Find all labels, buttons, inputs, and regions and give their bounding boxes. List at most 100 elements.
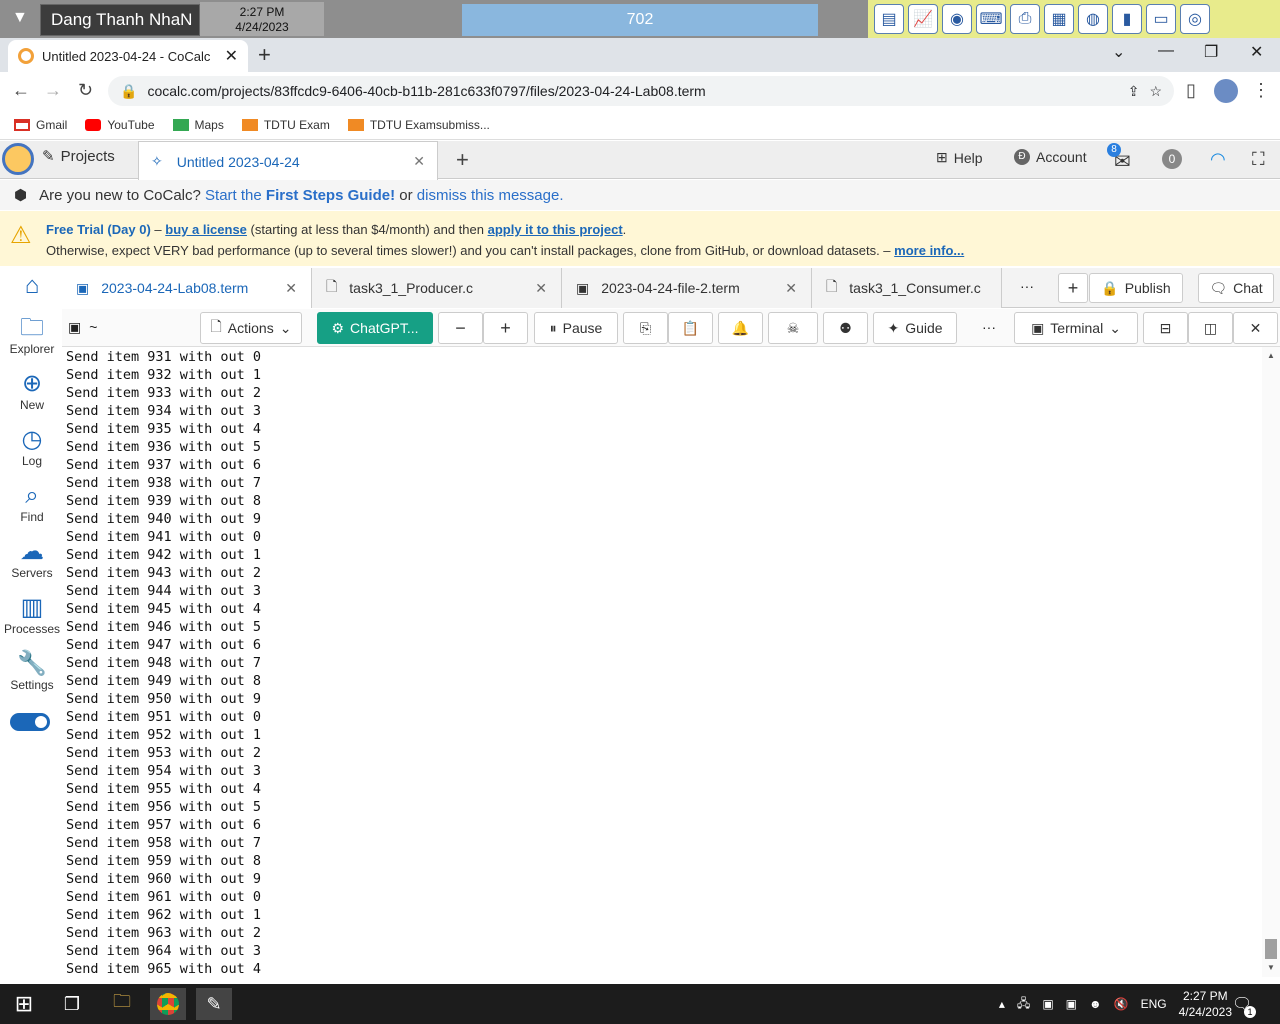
chart-icon[interactable]: 📈 [908,4,938,34]
zoom-in-button[interactable]: + [483,312,528,344]
chat-button[interactable]: 🗨 Chat [1198,273,1274,303]
window-icon[interactable]: ▦ [1044,4,1074,34]
more-tabs-button[interactable]: ··· [1020,278,1034,294]
split-vertical-button[interactable]: ◫ [1188,312,1233,344]
star-icon[interactable]: ☆ [1149,83,1162,100]
network-icon[interactable]: 🖧 [1017,994,1030,1015]
close-project-tab-icon[interactable]: ✕ [413,153,425,170]
pause-button[interactable]: ⏸ Pause [534,312,618,344]
kill-button[interactable]: ☠ [768,312,818,344]
project-tab[interactable]: ✧ Untitled 2023-04-24 ✕ [138,141,438,181]
clear-button[interactable]: ⚉ [823,312,868,344]
message-icon[interactable]: ▭ [1146,4,1176,34]
down-arrow-icon[interactable]: ▼ [12,9,28,27]
add-project-tab-button[interactable]: + [456,147,469,173]
windows-start-icon[interactable]: ⊞ [6,988,42,1020]
sidebar-toggle[interactable] [10,713,50,731]
taskbar-clock[interactable]: 2:27 PM 4/24/2023 [1179,988,1232,1020]
bookmark-maps[interactable]: Maps [172,118,224,132]
new-tab-button[interactable]: + [258,42,271,68]
address-bar[interactable]: 🔒 cocalc.com/projects/83ffcdc9-6406-40cb… [108,76,1174,106]
wifi-icon[interactable]: ◠ [1210,149,1226,170]
terminal-type-dropdown[interactable]: ▣ Terminal ⌄ [1014,312,1138,344]
chatgpt-button[interactable]: ⚙ ChatGPT... [317,312,433,344]
more-toolbar-button[interactable]: ··· [982,319,996,335]
volume-muted-icon[interactable]: 🔇 [1114,997,1129,1011]
sidebar-item-settings[interactable]: 🔧 Settings [0,650,64,692]
tray-app-icon[interactable]: ▣ [1042,997,1053,1011]
tab-search-icon[interactable]: ⌄ [1112,42,1125,62]
tray-cat-icon[interactable]: ☻ [1089,997,1102,1011]
sidebar-home[interactable]: ⌂ [0,272,64,300]
guide-button[interactable]: ✦ Guide [873,312,957,344]
close-file-tab-icon[interactable]: ✕ [785,280,797,297]
message-count-badge[interactable]: 0 [1162,149,1182,169]
sidebar-item-new[interactable]: ⊕ New [0,370,64,412]
file-tab-consumer-c[interactable]: 🗋 task3_1_Consumer.c [812,268,1002,308]
file-explorer-icon[interactable]: 🗀 [104,988,140,1020]
reload-icon[interactable]: ↻ [78,80,93,101]
scrollbar-thumb[interactable] [1265,939,1277,959]
restore-button[interactable]: ❐ [1204,42,1218,62]
close-window-button[interactable]: ✕ [1250,42,1263,62]
file-tab-file-2-term[interactable]: ▣ 2023-04-24-file-2.term ✕ [562,268,812,308]
kebab-menu-icon[interactable]: ⋮ [1252,80,1270,101]
more-info-link[interactable]: more info... [894,243,964,258]
disc-icon[interactable]: ◉ [942,4,972,34]
projects-button[interactable]: ✎ Projects [42,147,115,166]
dismiss-message-link[interactable]: dismiss this message. [417,187,564,204]
sidepanel-icon[interactable]: ▯ [1186,80,1196,101]
avatar[interactable] [1214,79,1238,103]
actions-dropdown[interactable]: 🗋 Actions ⌄ [200,312,302,344]
keyboard-icon[interactable]: ⌨ [976,4,1006,34]
share-icon[interactable]: ⇪ [1128,83,1140,100]
terminal-output[interactable]: Send item 931 with out 0 Send item 932 wi… [62,347,1258,977]
language-indicator[interactable]: ENG [1141,997,1167,1011]
bookmark-tdtu-examsubmission[interactable]: TDTU Examsubmiss... [347,118,490,132]
close-tab-icon[interactable]: ✕ [225,46,238,66]
bookmark-tdtu-exam[interactable]: TDTU Exam [241,118,330,132]
task-view-icon[interactable]: ❐ [54,988,90,1020]
back-arrow-icon[interactable]: ← [12,80,30,101]
close-file-tab-icon[interactable]: ✕ [285,280,297,297]
sidebar-item-processes[interactable]: ▥ Processes [0,594,64,636]
tray-user-icon[interactable]: ▣ [1066,997,1077,1011]
paste-button[interactable]: 📋 [668,312,713,344]
close-frame-button[interactable]: ✕ [1233,312,1278,344]
book-icon[interactable]: ▮ [1112,4,1142,34]
close-file-tab-icon[interactable]: ✕ [535,280,547,297]
split-horizontal-button[interactable]: ⊟ [1143,312,1188,344]
zoom-out-button[interactable]: − [438,312,483,344]
scroll-down-icon[interactable]: ▼ [1267,963,1275,972]
copy-button[interactable]: ⎘ [623,312,668,344]
account-button[interactable]: Đ Account [1014,149,1087,165]
terminal-scrollbar[interactable]: ▲ ▼ [1262,347,1280,977]
fullscreen-icon[interactable]: ⛶ [1252,149,1265,170]
app-icon[interactable]: ✎ [196,988,232,1020]
chrome-icon[interactable] [150,988,186,1020]
help-button[interactable]: ⊞ Help [936,149,983,166]
publish-button[interactable]: 🔒 Publish [1089,273,1183,303]
sidebar-item-log[interactable]: ◷ Log [0,426,64,468]
bookmark-youtube[interactable]: YouTube [85,118,155,132]
file-tab-lab08-term[interactable]: ▣ 2023-04-24-Lab08.term ✕ [62,268,312,308]
globe-icon[interactable]: ◍ [1078,4,1108,34]
bookmark-gmail[interactable]: Gmail [14,118,67,132]
scroll-up-icon[interactable]: ▲ [1267,351,1275,360]
buy-license-link[interactable]: buy a license [165,222,247,237]
sidebar-item-find[interactable]: ⌕ Find [0,482,64,524]
lifebuoy-icon[interactable]: ◎ [1180,4,1210,34]
forward-arrow-icon[interactable]: → [44,80,62,101]
start-link[interactable]: Start the [205,187,262,204]
kick-button[interactable]: 🔔 [718,312,763,344]
apply-license-link[interactable]: apply it to this project [488,222,623,237]
first-steps-guide-link[interactable]: First Steps Guide! [266,187,395,204]
file-tab-producer-c[interactable]: 🗋 task3_1_Producer.c ✕ [312,268,562,308]
add-file-tab-button[interactable]: + [1058,273,1088,303]
sidebar-item-servers[interactable]: ☁ Servers [0,538,64,580]
sidebar-item-explorer[interactable]: 🗀 Explorer [0,314,64,356]
show-hidden-icons-icon[interactable]: ▴ [999,997,1005,1011]
printer-icon[interactable]: ⎙ [1010,4,1040,34]
cabinet-icon[interactable]: ▤ [874,4,904,34]
minimize-button[interactable]: — [1158,42,1174,60]
